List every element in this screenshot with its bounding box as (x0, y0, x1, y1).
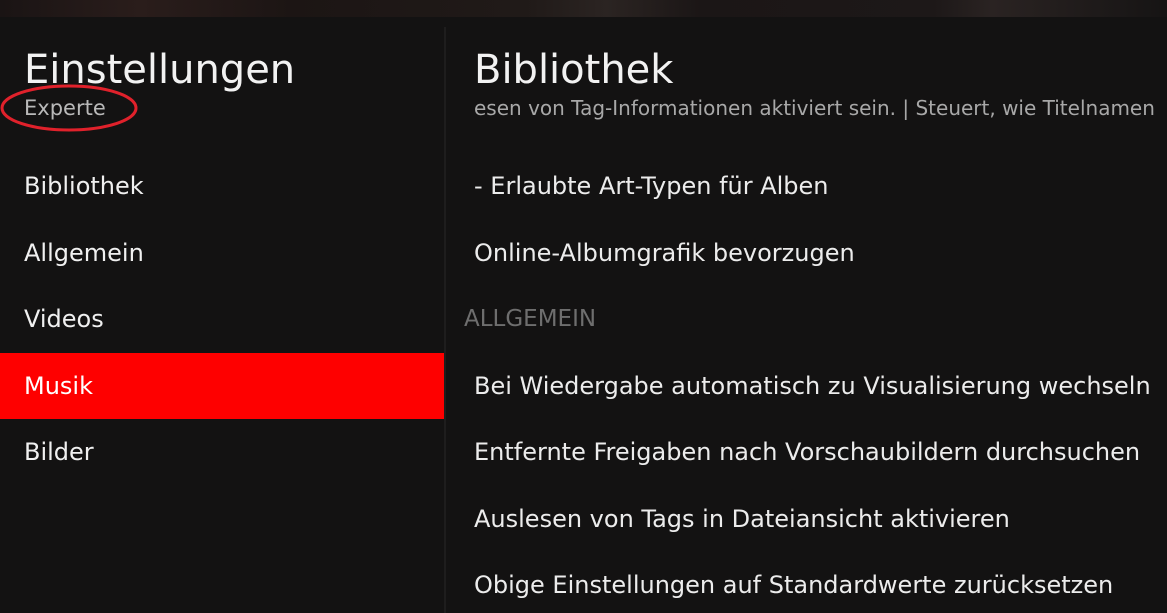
page-title: Einstellungen (24, 47, 296, 93)
settings-sidebar: Einstellungen Experte Bibliothek Allgeme… (0, 17, 444, 613)
setting-remote-thumbnails[interactable]: Entfernte Freigaben nach Vorschaubildern… (446, 419, 1167, 486)
category-list: Bibliothek Allgemein Videos Musik Bilder (0, 153, 444, 486)
background-fanart (0, 0, 1167, 17)
section-title: Bibliothek (474, 47, 674, 93)
settings-level-label[interactable]: Experte (24, 95, 106, 121)
settings-content: Bibliothek esen von Tag-Informationen ak… (446, 17, 1167, 613)
setting-online-albumgrafik[interactable]: Online-Albumgrafik bevorzugen (446, 220, 1167, 287)
sidebar-item-allgemein[interactable]: Allgemein (0, 220, 444, 287)
group-header-allgemein: ALLGEMEIN (464, 306, 597, 333)
sidebar-item-musik[interactable]: Musik (0, 352, 444, 419)
sidebar-item-bilder[interactable]: Bilder (0, 419, 444, 486)
sidebar-item-bibliothek[interactable]: Bibliothek (0, 153, 444, 220)
setting-auto-visualisierung[interactable]: Bei Wiedergabe automatisch zu Visualisie… (446, 353, 1167, 420)
setting-reset-defaults[interactable]: Obige Einstellungen auf Standardwerte zu… (446, 552, 1167, 613)
setting-tags-dateiansicht[interactable]: Auslesen von Tags in Dateiansicht aktivi… (446, 486, 1167, 553)
setting-description: esen von Tag-Informationen aktiviert sei… (474, 96, 1155, 120)
sidebar-item-videos[interactable]: Videos (0, 286, 444, 353)
setting-erlaubte-art-typen[interactable]: - Erlaubte Art-Typen für Alben (446, 153, 1167, 220)
settings-window: Einstellungen Experte Bibliothek Allgeme… (0, 17, 1167, 613)
settings-list: - Erlaubte Art-Typen für Alben Online-Al… (446, 153, 1167, 613)
